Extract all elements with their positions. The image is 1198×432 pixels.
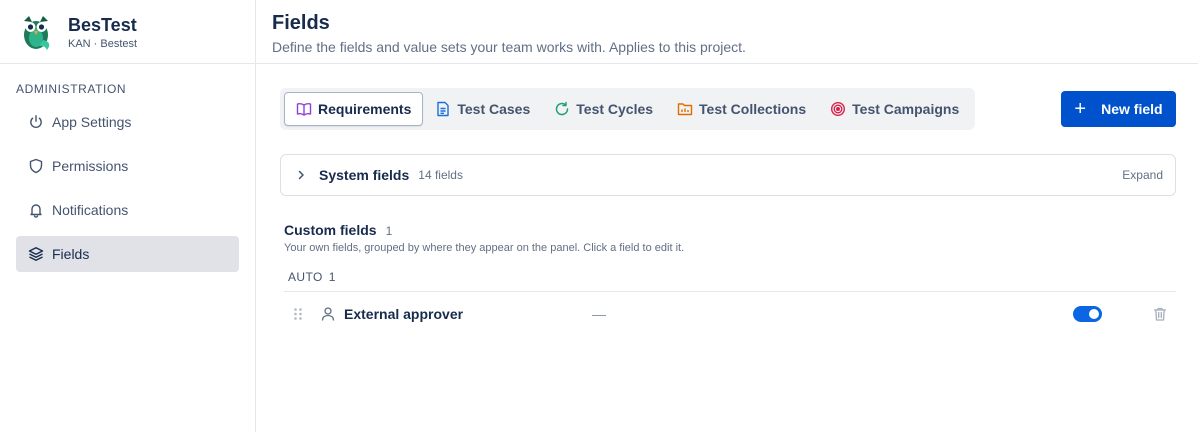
- document-icon: [435, 101, 451, 117]
- field-name: External approver: [344, 306, 464, 322]
- sidebar-item-app-settings[interactable]: App Settings: [16, 104, 239, 140]
- sidebar-item-label: Permissions: [52, 158, 129, 174]
- field-row[interactable]: External approver —: [284, 296, 1176, 332]
- page-title: Fields: [272, 12, 330, 34]
- app-name: BesTest: [68, 14, 137, 35]
- group-header-auto: AUTO 1: [288, 270, 336, 284]
- custom-fields-heading: Custom fields 1: [284, 222, 392, 238]
- divider: [284, 291, 1176, 292]
- tab-test-cycles[interactable]: Test Cycles: [542, 92, 665, 126]
- tab-test-collections[interactable]: Test Collections: [665, 92, 818, 126]
- system-fields-label: System fields: [319, 167, 410, 183]
- entity-tabs: Requirements Test Cases Test Cycles Test…: [280, 88, 976, 130]
- sidebar-item-label: App Settings: [52, 114, 132, 130]
- page-description: Define the fields and value sets your te…: [272, 39, 746, 55]
- chevron-right-icon: [295, 169, 307, 181]
- tab-test-cases[interactable]: Test Cases: [423, 92, 542, 126]
- group-label: AUTO: [288, 270, 323, 284]
- system-fields-panel[interactable]: System fields 14 fields Expand: [280, 154, 1176, 196]
- sidebar-item-fields[interactable]: Fields: [16, 236, 239, 272]
- tab-requirements[interactable]: Requirements: [284, 92, 424, 126]
- sidebar-item-notifications[interactable]: Notifications: [16, 192, 239, 228]
- brand[interactable]: BesTest KAN · Bestest: [0, 0, 255, 64]
- custom-fields-description: Your own fields, grouped by where they a…: [284, 242, 685, 254]
- tab-label: Test Collections: [699, 101, 807, 117]
- folder-icon: [677, 101, 693, 117]
- shield-icon: [28, 158, 44, 174]
- tab-label: Test Cases: [457, 101, 531, 117]
- custom-fields-title: Custom fields: [284, 222, 377, 238]
- new-field-button[interactable]: + New field: [1061, 91, 1176, 127]
- project-subtitle: KAN · Bestest: [68, 37, 138, 50]
- owl-logo-icon: [17, 12, 55, 52]
- tab-label: Requirements: [318, 101, 412, 117]
- field-enabled-toggle[interactable]: [1073, 306, 1102, 322]
- field-value: —: [592, 306, 606, 322]
- group-count: 1: [328, 270, 336, 284]
- tab-label: Test Campaigns: [852, 101, 960, 117]
- sidebar: BesTest KAN · Bestest ADMINISTRATION App…: [0, 0, 256, 432]
- new-field-label: New field: [1101, 101, 1163, 117]
- drag-handle-icon[interactable]: [292, 306, 304, 322]
- expand-button[interactable]: Expand: [1122, 168, 1163, 182]
- main-content: Fields Define the fields and value sets …: [256, 0, 1198, 432]
- sidebar-item-label: Fields: [52, 246, 90, 262]
- tab-label: Test Cycles: [576, 101, 654, 117]
- custom-fields-count: 1: [385, 224, 393, 238]
- book-icon: [296, 101, 312, 117]
- person-icon: [320, 306, 336, 322]
- sidebar-item-permissions[interactable]: Permissions: [16, 148, 239, 184]
- sidebar-item-label: Notifications: [52, 202, 129, 218]
- power-icon: [28, 114, 44, 130]
- trash-icon[interactable]: [1152, 306, 1168, 322]
- target-icon: [830, 101, 846, 117]
- plus-icon: +: [1074, 98, 1087, 120]
- bell-icon: [28, 202, 44, 218]
- system-fields-count: 14 fields: [418, 168, 463, 182]
- sidebar-nav: App Settings Permissions Notifications F…: [0, 104, 255, 272]
- toggle-knob: [1089, 309, 1099, 319]
- refresh-icon: [554, 101, 570, 117]
- layers-icon: [28, 246, 44, 262]
- page-header: Fields Define the fields and value sets …: [256, 0, 1198, 64]
- section-label-administration: ADMINISTRATION: [16, 82, 127, 96]
- tab-test-campaigns[interactable]: Test Campaigns: [818, 92, 971, 126]
